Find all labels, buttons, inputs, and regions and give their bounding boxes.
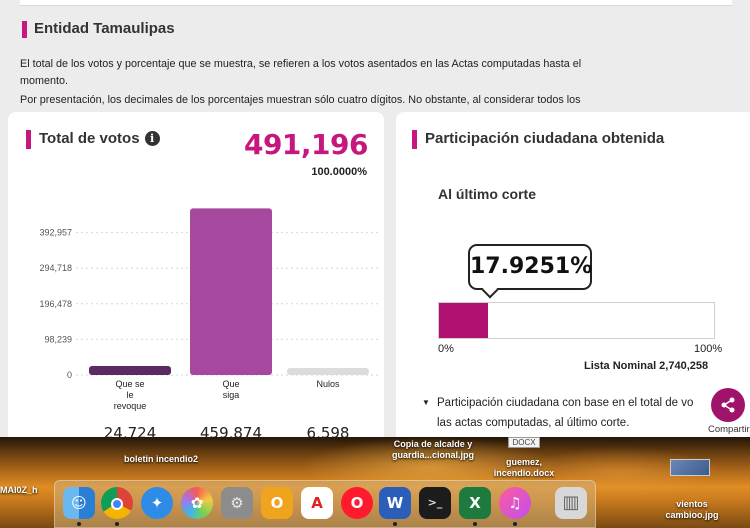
dock: ☺ ✦ ✿ ⚙ O A O W >_ X ♫ ▥ — [54, 480, 596, 528]
opera-icon[interactable]: O — [341, 487, 373, 519]
chrome-icon[interactable] — [101, 487, 133, 519]
desktop-file-left-cut[interactable]: MAI0Z_h — [0, 485, 38, 496]
word-icon[interactable]: W — [379, 487, 411, 519]
desktop-file-copia-line2: guardia...cional.jpg — [391, 450, 474, 460]
x-category-label: Nulos — [316, 379, 340, 389]
desktop-file-boletin[interactable]: boletin incendio2 — [116, 454, 206, 465]
participation-progress-bar — [438, 302, 715, 339]
last-cut-subtitle: Al último corte — [438, 186, 537, 202]
participation-note-line-1: Participación ciudadana con base en el t… — [437, 397, 694, 409]
acrobat-icon[interactable]: A — [301, 487, 333, 519]
votes-bar-chart: 0 98,239 196,478 294,718 392,957 Que selerevo… — [39, 208, 378, 411]
itunes-icon[interactable]: ♫ — [499, 487, 531, 519]
progress-min-label: 0% — [438, 343, 454, 355]
participation-progress-fill — [439, 303, 489, 338]
y-tick-label: 196,478 — [39, 299, 72, 309]
share-label: Compartir — [708, 424, 750, 435]
desktop-file-vientos-line2: cambioo.jpg — [665, 510, 719, 520]
participation-card: Participación ciudadana obtenida Al últi… — [396, 112, 750, 452]
safari-icon[interactable]: ✦ — [141, 487, 173, 519]
running-indicator — [513, 522, 517, 526]
desktop-file-vientos[interactable]: vientos cambioo.jpg — [660, 499, 724, 521]
y-tick-label: 392,957 — [39, 228, 72, 238]
participation-note-line-2: las actas computadas, al último corte. — [437, 417, 630, 429]
office-icon[interactable]: O — [261, 487, 293, 519]
finder-icon[interactable]: ☺ — [63, 487, 95, 519]
running-indicator — [115, 522, 119, 526]
x-category-label: siga — [223, 390, 240, 400]
desktop-file-guemez[interactable]: guemez, incendio.docx — [486, 457, 562, 479]
desktop-file-guemez-line1: guemez, — [505, 457, 542, 467]
desktop-file-vientos-line1: vientos — [676, 499, 708, 509]
image-file-icon[interactable] — [670, 459, 710, 476]
bar-0 — [89, 366, 171, 375]
desktop-file-copia[interactable]: Copia de alcalde y guardia...cional.jpg — [382, 439, 484, 461]
running-indicator — [473, 522, 477, 526]
excel-icon[interactable]: X — [459, 487, 491, 519]
x-category-label: Que — [222, 379, 239, 389]
photos-icon[interactable]: ✿ — [181, 487, 213, 519]
system-preferences-icon[interactable]: ⚙ — [221, 487, 253, 519]
running-indicator — [393, 522, 397, 526]
x-category-label: Que se — [115, 379, 144, 389]
y-tick-label: 294,718 — [39, 263, 72, 273]
terminal-icon[interactable]: >_ — [419, 487, 451, 519]
x-category-label: le — [126, 390, 133, 400]
trash-icon[interactable]: ▥ — [555, 487, 587, 519]
entity-title: Entidad Tamaulipas — [22, 20, 175, 38]
y-tick-label: 0 — [67, 370, 72, 380]
bar-1 — [190, 208, 272, 375]
docx-file-icon[interactable]: DOCX — [508, 437, 540, 448]
bullet-triangle-icon: ▼ — [422, 398, 430, 407]
desktop-background: MAI0Z_h boletin incendio2 Copia de alcal… — [0, 437, 750, 528]
share-button[interactable] — [711, 388, 745, 422]
participation-title: Participación ciudadana obtenida — [412, 130, 664, 149]
share-icon — [721, 397, 735, 413]
desktop-file-copia-line1: Copia de alcalde y — [393, 439, 473, 449]
participation-percentage-bubble: 17.9251% — [468, 244, 592, 290]
intro-line-1: El total de los votos y porcentaje que s… — [20, 58, 582, 87]
bar-2 — [287, 368, 369, 375]
total-votes-card: Total de votos i 491,196 100.0000% 0 98,23… — [8, 112, 384, 452]
desktop-file-guemez-line2: incendio.docx — [493, 468, 555, 478]
participation-note: ▼ Participación ciudadana con base en el… — [422, 393, 712, 433]
progress-max-label: 100% — [694, 343, 723, 355]
y-tick-label: 98,239 — [44, 334, 72, 344]
x-category-label: revoque — [114, 401, 147, 411]
running-indicator — [77, 522, 81, 526]
top-strip — [0, 0, 750, 8]
lista-nominal: Lista Nominal 2,740,258 — [584, 360, 709, 372]
